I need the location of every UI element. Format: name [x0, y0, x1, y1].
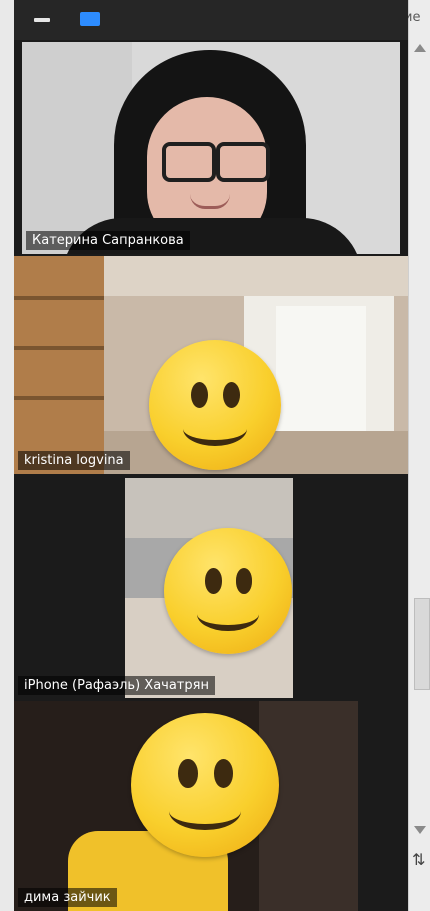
- emoji-eye: [213, 759, 234, 788]
- participant-tile-4[interactable]: дима зайчик: [14, 701, 358, 911]
- participant-name-label: дима зайчик: [18, 888, 117, 907]
- glasses-right-lens: [216, 142, 270, 182]
- emoji-smile: [197, 597, 259, 632]
- gallery-view-icon[interactable]: [80, 12, 100, 26]
- glasses-left-lens: [162, 142, 216, 182]
- shelf-board: [14, 396, 104, 400]
- scroll-down-arrow-icon[interactable]: [414, 826, 426, 834]
- shelf-board: [14, 346, 104, 350]
- emoji-smile: [169, 792, 241, 830]
- background-app-scrollbar-region: [408, 0, 430, 911]
- emoji-eye: [222, 381, 241, 408]
- smiley-face-icon: [164, 528, 292, 654]
- participant-tile-2[interactable]: kristina logvina: [14, 256, 408, 474]
- emoji-eye: [178, 759, 198, 788]
- participant-tile-3[interactable]: [125, 478, 293, 698]
- smiley-face-icon: [149, 340, 281, 470]
- minimize-icon[interactable]: [34, 18, 50, 22]
- scroll-up-arrow-icon[interactable]: [414, 44, 426, 52]
- participant-tile-1[interactable]: Катерина Сапранкова: [22, 42, 400, 254]
- participant-name-label: iPhone (Рафаэль) Хачатрян: [18, 676, 215, 695]
- participant-name-label: kristina logvina: [18, 451, 130, 470]
- room-ceiling: [104, 256, 408, 296]
- expand-arrows-icon[interactable]: ⇅: [412, 850, 425, 869]
- background-top: [125, 478, 293, 538]
- bookshelf: [14, 256, 104, 474]
- meeting-titlebar: [14, 0, 408, 40]
- emoji-eye: [191, 381, 209, 408]
- emoji-eye: [204, 568, 222, 594]
- window: [276, 306, 366, 436]
- emoji-smile: [183, 412, 247, 447]
- smiley-face-icon: [131, 713, 279, 857]
- scrollbar-thumb[interactable]: [414, 598, 430, 690]
- emoji-eye: [235, 568, 253, 594]
- participant-name-label: Катерина Сапранкова: [26, 231, 190, 250]
- shelf-board: [14, 296, 104, 300]
